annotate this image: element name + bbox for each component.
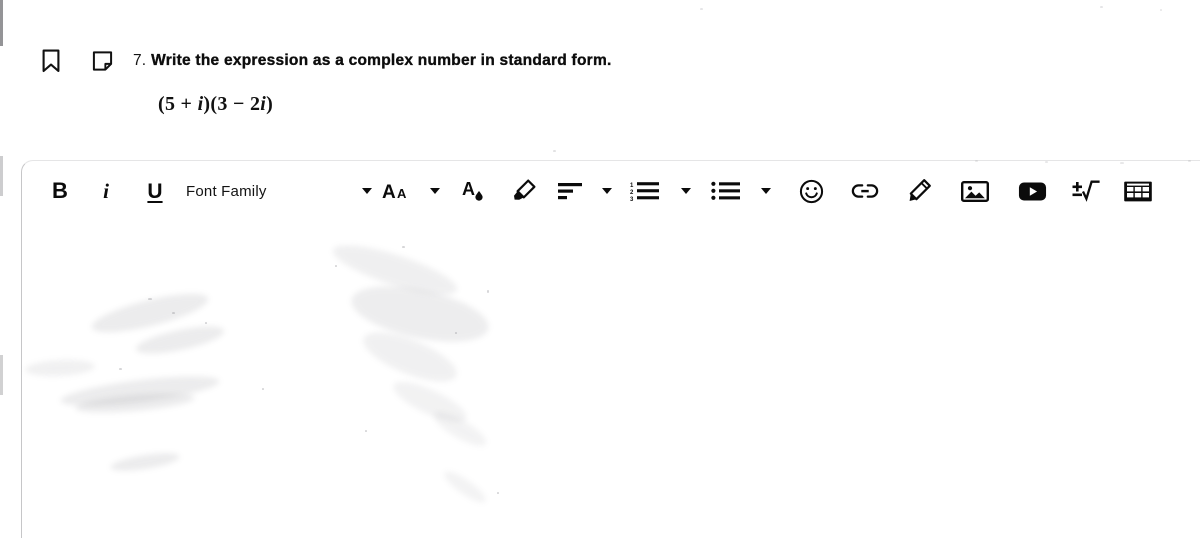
video-icon[interactable]	[1004, 174, 1060, 208]
chevron-down-icon	[430, 188, 440, 194]
svg-text:3: 3	[630, 197, 634, 202]
font-size-caret-icon[interactable]	[422, 174, 448, 208]
bookmark-icon[interactable]	[38, 46, 64, 76]
align-caret-icon[interactable]	[592, 174, 622, 208]
svg-text:2: 2	[630, 190, 634, 196]
note-icon[interactable]	[89, 46, 115, 76]
editor-content-area[interactable]	[22, 221, 1200, 539]
bullet-list-caret-icon[interactable]	[748, 174, 784, 208]
svg-text:A: A	[382, 182, 396, 202]
draw-icon[interactable]	[892, 174, 946, 208]
svg-text:A: A	[462, 179, 475, 199]
svg-text:A: A	[397, 186, 407, 201]
expression-part-1: (5 +	[158, 93, 198, 115]
question-number: 7.	[133, 52, 147, 69]
highlighter-icon[interactable]	[500, 174, 548, 208]
underline-button[interactable]: U	[130, 174, 180, 208]
underline-label: U	[147, 179, 163, 203]
text-color-icon[interactable]: A	[448, 174, 500, 208]
table-icon[interactable]	[1112, 174, 1164, 208]
font-size-button[interactable]: A A	[378, 174, 422, 208]
font-family-caret-icon[interactable]	[356, 174, 378, 208]
bold-label: B	[52, 178, 68, 203]
emoji-icon[interactable]	[784, 174, 838, 208]
chevron-down-icon	[761, 188, 771, 194]
bold-button[interactable]: B	[38, 174, 82, 208]
rich-text-editor: B i U Font Family A A A 1 2 3	[21, 160, 1200, 538]
numbered-list-icon[interactable]: 1 2 3	[622, 174, 668, 208]
align-left-icon[interactable]	[548, 174, 592, 208]
chevron-down-icon	[362, 188, 372, 194]
editor-toolbar: B i U Font Family A A A 1 2 3	[22, 161, 1200, 221]
math-equation-icon[interactable]	[1060, 174, 1112, 208]
chevron-down-icon	[602, 188, 612, 194]
font-family-label: Font Family	[186, 182, 267, 200]
font-family-select[interactable]: Font Family	[180, 174, 356, 208]
expression-part-2: )(3 − 2	[203, 93, 261, 115]
svg-text:1: 1	[630, 183, 634, 189]
question-expression: (5 + i)(3 − 2i)	[0, 93, 1200, 116]
question-header-row: 7. Write the expression as a complex num…	[0, 46, 1200, 76]
chevron-down-icon	[681, 188, 691, 194]
numbered-list-caret-icon[interactable]	[668, 174, 704, 208]
image-icon[interactable]	[946, 174, 1004, 208]
italic-label: i	[103, 178, 109, 203]
italic-button[interactable]: i	[82, 174, 130, 208]
font-size-aa-icon: A A	[382, 182, 407, 202]
expression-part-3: )	[266, 93, 274, 115]
question-prompt: Write the expression as a complex number…	[151, 52, 612, 69]
link-icon[interactable]	[838, 174, 892, 208]
question-block: 7. Write the expression as a complex num…	[0, 46, 1200, 116]
bullet-list-icon[interactable]	[704, 174, 748, 208]
